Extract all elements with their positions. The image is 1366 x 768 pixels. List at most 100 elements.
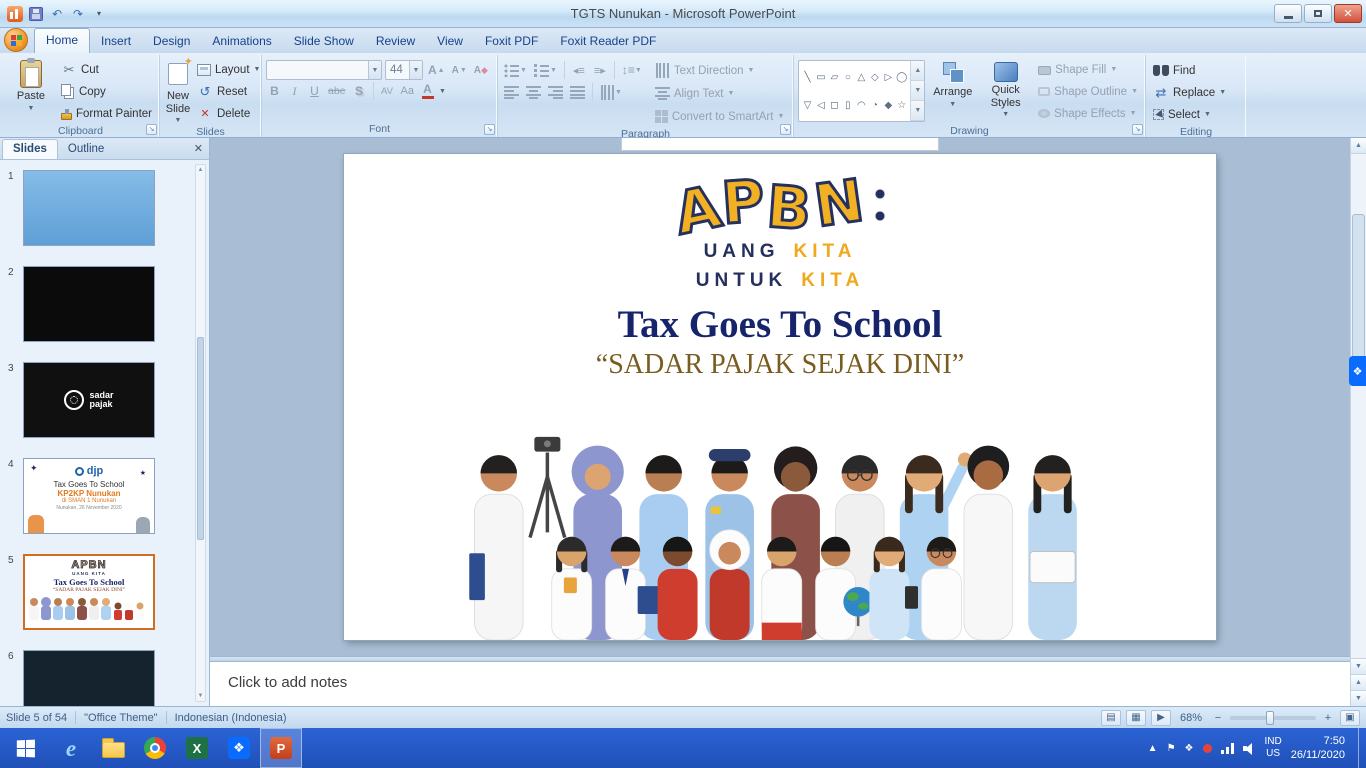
- decrease-indent-button[interactable]: ◂≡: [570, 60, 588, 80]
- grow-font-button[interactable]: A▲: [426, 60, 447, 80]
- theme-indicator[interactable]: "Office Theme": [84, 712, 157, 724]
- shape-star-icon[interactable]: ☆: [895, 99, 908, 112]
- font-color-button[interactable]: A: [419, 81, 436, 101]
- zoom-slider-thumb[interactable]: [1266, 711, 1274, 725]
- change-case-button[interactable]: Aa: [399, 81, 416, 101]
- thumbnail-scrollbar[interactable]: ▲ ▼: [195, 164, 206, 702]
- shape-diamond-icon[interactable]: ◇: [868, 71, 881, 84]
- internet-explorer-icon[interactable]: e: [50, 728, 92, 768]
- scroll-up-icon[interactable]: ▲: [1351, 138, 1366, 154]
- drawing-dialog-launcher[interactable]: ↘: [1132, 124, 1143, 135]
- replace-button[interactable]: ⇄Replace▼: [1150, 82, 1242, 103]
- arrange-button[interactable]: Arrange ▼: [927, 57, 978, 109]
- slide-thumbnail-6[interactable]: 6: [8, 650, 191, 706]
- shrink-font-button[interactable]: A▼: [450, 60, 469, 80]
- shapes-scroll-down-icon[interactable]: ▼: [911, 81, 924, 101]
- slide-subtitle[interactable]: “SADAR PAJAK SEJAK DINI”: [344, 349, 1216, 381]
- paste-button[interactable]: Paste ▼: [6, 57, 56, 113]
- tab-view[interactable]: View: [426, 30, 474, 53]
- next-slide-button[interactable]: ▼: [1351, 690, 1366, 706]
- shape-fill-button[interactable]: Shape Fill▼: [1035, 59, 1141, 80]
- shapes-scroll-up-icon[interactable]: ▲: [911, 61, 924, 81]
- previous-slide-button[interactable]: ▲: [1351, 674, 1366, 690]
- dropbox-badge-icon[interactable]: ❖: [1349, 356, 1366, 386]
- font-size-combo[interactable]: 44▼: [385, 60, 423, 80]
- scroll-up-icon[interactable]: ▲: [196, 165, 205, 175]
- dropbox-icon[interactable]: ❖: [218, 728, 260, 768]
- shapes-more-icon[interactable]: ▼: [911, 101, 924, 121]
- reset-button[interactable]: ↺Reset: [194, 81, 263, 102]
- font-dialog-launcher[interactable]: ↘: [484, 124, 495, 135]
- powerpoint-taskbar-icon[interactable]: P: [260, 728, 302, 768]
- align-right-button[interactable]: [546, 82, 565, 102]
- fit-to-window-button[interactable]: ▣: [1340, 710, 1360, 726]
- apbn-logo[interactable]: APBN: [344, 176, 1216, 234]
- line-spacing-button[interactable]: ↕≡▼: [620, 60, 644, 80]
- close-button[interactable]: ✕: [1334, 4, 1362, 23]
- increase-indent-button[interactable]: ≡▸: [591, 60, 609, 80]
- start-button[interactable]: [0, 728, 50, 768]
- slide-thumbnail-2[interactable]: 2: [8, 266, 191, 342]
- quick-styles-button[interactable]: Quick Styles ▼: [980, 57, 1031, 119]
- excel-icon[interactable]: X: [176, 728, 218, 768]
- shape-tall-rect-icon[interactable]: ▯: [841, 99, 854, 112]
- tab-animations[interactable]: Animations: [201, 30, 282, 53]
- slide-thumbnail-1[interactable]: 1: [8, 170, 191, 246]
- shape-arrow-icon[interactable]: ▷: [882, 71, 895, 84]
- shape-pie-icon[interactable]: ◔: [868, 99, 881, 112]
- italic-button[interactable]: I: [286, 81, 303, 101]
- scrollbar-thumb[interactable]: [197, 337, 204, 541]
- volume-icon[interactable]: [1243, 742, 1256, 754]
- tab-insert[interactable]: Insert: [90, 30, 142, 53]
- thumbnail-preview-3[interactable]: sadar pajak: [23, 362, 155, 438]
- select-button[interactable]: Select▼: [1150, 104, 1242, 125]
- shape-down-triangle-icon[interactable]: ▽: [801, 99, 814, 112]
- slide-editing-canvas[interactable]: APBN UANG KITA UNTUK KITA Tax Goes To Sc…: [210, 138, 1350, 656]
- dropbox-tray-icon[interactable]: ❖: [1185, 743, 1194, 754]
- zoom-slider[interactable]: [1230, 716, 1316, 720]
- slide-title[interactable]: Tax Goes To School: [344, 302, 1216, 347]
- align-left-button[interactable]: [502, 82, 521, 102]
- slide-sorter-view-button[interactable]: ▦: [1126, 710, 1146, 726]
- columns-button[interactable]: ▼: [598, 82, 624, 102]
- notification-dot-icon[interactable]: [1203, 744, 1212, 753]
- thumbnail-preview-6[interactable]: [23, 650, 155, 706]
- tab-design[interactable]: Design: [142, 30, 201, 53]
- clear-formatting-button[interactable]: A◆: [472, 60, 490, 80]
- text-shadow-button[interactable]: S: [351, 81, 368, 101]
- save-icon[interactable]: [27, 5, 45, 23]
- shape-solid-diamond-icon[interactable]: ◆: [882, 99, 895, 112]
- slide-thumbnail-5-selected[interactable]: 5 APBN UANG KITA Tax Goes To School “SAD…: [8, 554, 191, 630]
- panel-tab-outline[interactable]: Outline: [58, 140, 114, 159]
- qat-customize-chevron-icon[interactable]: ▾: [90, 5, 108, 23]
- minimize-button[interactable]: [1274, 4, 1302, 23]
- panel-tab-slides[interactable]: Slides: [2, 139, 58, 159]
- convert-smartart-button[interactable]: Convert to SmartArt▼: [652, 106, 788, 127]
- thumbnail-preview-2[interactable]: [23, 266, 155, 342]
- show-desktop-button[interactable]: [1358, 728, 1364, 768]
- slide-canvas[interactable]: APBN UANG KITA UNTUK KITA Tax Goes To Sc…: [344, 154, 1216, 640]
- justify-button[interactable]: [568, 82, 587, 102]
- format-painter-button[interactable]: Format Painter: [58, 103, 155, 124]
- tab-review[interactable]: Review: [365, 30, 426, 53]
- shape-square-icon[interactable]: ◻: [828, 99, 841, 112]
- shape-left-arrow-icon[interactable]: ◁: [814, 99, 827, 112]
- shape-parallelogram-icon[interactable]: ▱: [828, 71, 841, 84]
- action-center-flag-icon[interactable]: ⚑: [1167, 743, 1176, 754]
- new-slide-button[interactable]: New Slide ▼: [164, 57, 192, 125]
- copy-button[interactable]: Copy: [58, 81, 155, 102]
- underline-button[interactable]: U: [306, 81, 323, 101]
- notes-pane[interactable]: Click to add notes: [210, 662, 1350, 706]
- slideshow-view-button[interactable]: ▶: [1151, 710, 1171, 726]
- chrome-icon[interactable]: [134, 728, 176, 768]
- undo-icon[interactable]: ↶: [48, 5, 66, 23]
- panel-close-icon[interactable]: ✕: [194, 144, 203, 155]
- slide-thumbnail-3[interactable]: 3 sadar pajak: [8, 362, 191, 438]
- thumbnail-preview-4[interactable]: ✦ ★ djp Tax Goes To School KP2KP Nunukan…: [23, 458, 155, 534]
- align-text-button[interactable]: Align Text▼: [652, 83, 788, 104]
- tagline-line2[interactable]: UNTUK KITA: [344, 270, 1216, 292]
- layout-button[interactable]: Layout▼: [194, 59, 263, 80]
- normal-view-button[interactable]: ▤: [1101, 710, 1121, 726]
- cut-button[interactable]: ✂Cut: [58, 59, 155, 80]
- vertical-scrollbar[interactable]: ▲ ▼ ▲ ▼: [1350, 138, 1366, 706]
